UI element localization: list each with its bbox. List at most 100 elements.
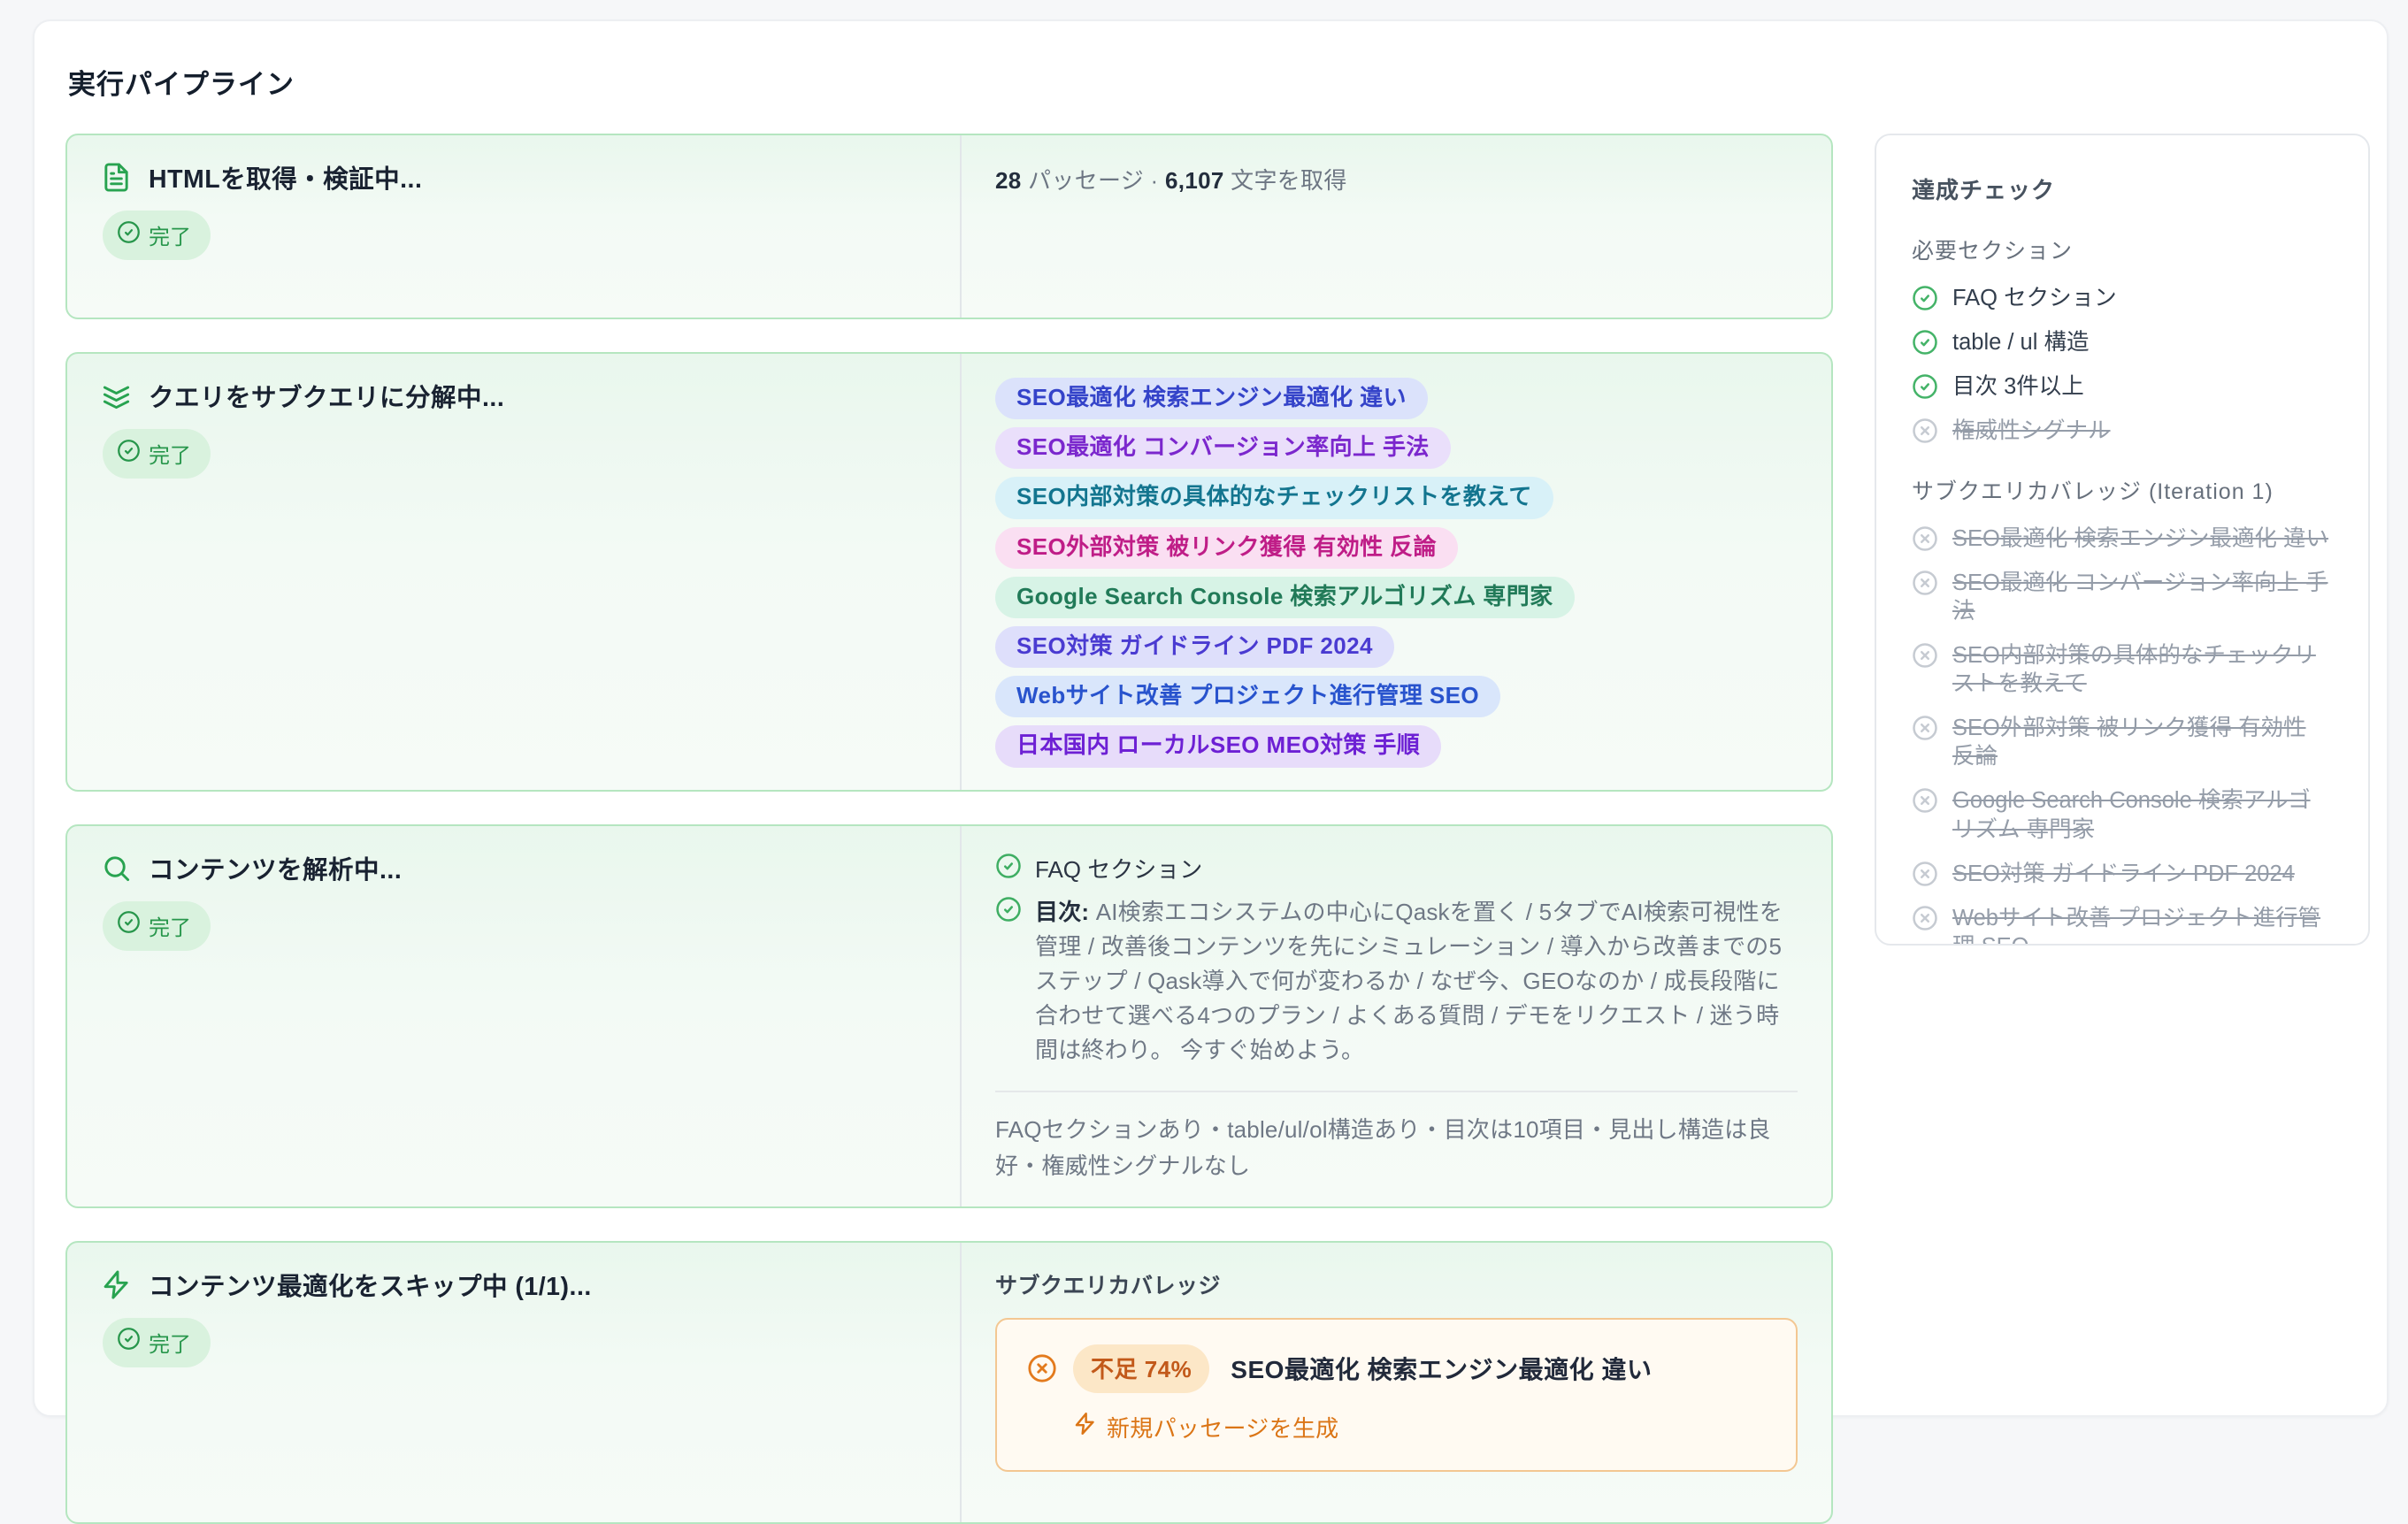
step-card-analyze-content: コンテンツを解析中... 完了 FAQ セクション 目次: AI検索エコシステム…	[65, 824, 1833, 1208]
x-circle-icon	[1912, 905, 1938, 931]
x-circle-icon	[1912, 787, 1938, 814]
step-summary-pane: コンテンツ最適化をスキップ中 (1/1)... 完了	[67, 1243, 960, 1522]
analysis-check-list: FAQ セクション 目次: AI検索エコシステムの中心にQaskを置く / 5タ…	[995, 848, 1798, 1068]
passage-unit: パッセージ ·	[1022, 167, 1166, 194]
required-item-label: 権威性シグナル	[1952, 417, 2111, 445]
required-item: FAQ セクション	[1912, 284, 2333, 312]
page-title: 実行パイプライン	[68, 62, 295, 102]
toc-label: 目次:	[1035, 899, 1089, 925]
coverage-item: SEO最適化 検索エンジン最適化 違い	[1912, 525, 2333, 553]
required-item: table / ul 構造	[1912, 328, 2333, 356]
step-card-fetch-html: HTMLを取得・検証中... 完了 28 パッセージ · 6,107 文字を取得	[65, 134, 1833, 319]
subquery-tag: Webサイト改善 プロジェクト進行管理 SEO	[995, 676, 1500, 717]
subquery-coverage-heading: サブクエリカバレッジ (Iteration 1)	[1912, 474, 2333, 506]
subquery-tag: SEO最適化 検索エンジン最適化 違い	[995, 378, 1428, 419]
x-circle-icon	[1912, 570, 1938, 596]
x-circle-icon	[1912, 417, 1938, 444]
subquery-tag: SEO対策 ガイドライン PDF 2024	[995, 626, 1394, 668]
subquery-tag: 日本国内 ローカルSEO MEO対策 手順	[995, 725, 1441, 767]
divider	[995, 1091, 1798, 1092]
shortage-badge: 不足 74%	[1073, 1344, 1209, 1393]
status-label: 完了	[149, 910, 191, 941]
check-label: FAQ セクション	[1035, 851, 1202, 885]
step-title: HTMLを取得・検証中...	[149, 159, 422, 195]
coverage-item-label: SEO内部対策の具体的なチェックリストを教えて	[1952, 641, 2333, 698]
x-circle-icon	[1912, 861, 1938, 887]
required-item: 目次 3件以上	[1912, 372, 2333, 401]
coverage-query: SEO最適化 検索エンジン最適化 違い	[1231, 1351, 1652, 1386]
step-summary-pane: クエリをサブクエリに分解中... 完了	[67, 354, 960, 790]
char-count: 6,107	[1165, 167, 1224, 194]
pipeline-steps: HTMLを取得・検証中... 完了 28 パッセージ · 6,107 文字を取得	[65, 134, 1833, 1524]
analysis-check-item: 目次: AI検索エコシステムの中心にQaskを置く / 5タブでAI検索可視性を…	[995, 894, 1798, 1068]
layers-icon	[101, 380, 132, 411]
check-circle-icon	[117, 910, 141, 940]
generate-passage-button[interactable]: 新規パッセージを生成	[1073, 1411, 1338, 1444]
status-label: 完了	[149, 219, 191, 250]
x-circle-icon	[1912, 715, 1938, 741]
step-summary-pane: コンテンツを解析中... 完了	[67, 826, 960, 1206]
step-title: コンテンツを解析中...	[149, 850, 402, 886]
fetch-stats: 28 パッセージ · 6,107 文字を取得	[995, 157, 1798, 195]
check-circle-icon	[1912, 329, 1938, 356]
status-label: 完了	[149, 438, 191, 469]
subquery-tag: Google Search Console 検索アルゴリズム 専門家	[995, 577, 1575, 618]
status-badge: 完了	[103, 211, 211, 260]
x-circle-icon	[1027, 1353, 1057, 1383]
toc-items: AI検索エコシステムの中心にQaskを置く / 5タブでAI検索可視性を管理 /…	[1035, 899, 1783, 1063]
subquery-tag-list: SEO最適化 検索エンジン最適化 違い SEO最適化 コンバージョン率向上 手法…	[995, 376, 1798, 768]
toc-summary: 目次: AI検索エコシステムの中心にQaskを置く / 5タブでAI検索可視性を…	[1035, 894, 1798, 1068]
coverage-item-label: SEO対策 ガイドライン PDF 2024	[1952, 860, 2295, 888]
generate-passage-label: 新規パッセージを生成	[1107, 1411, 1338, 1444]
zap-icon	[1073, 1412, 1097, 1442]
check-circle-icon	[995, 896, 1022, 923]
status-badge: 完了	[103, 1318, 211, 1367]
check-circle-icon	[117, 1327, 141, 1357]
x-circle-icon	[1912, 525, 1938, 552]
coverage-item-label: SEO最適化 コンバージョン率向上 手法	[1952, 569, 2333, 625]
achievement-panel: 達成チェック 必要セクション FAQ セクション table / ul 構造 目…	[1875, 134, 2370, 946]
step-detail-pane: FAQ セクション 目次: AI検索エコシステムの中心にQaskを置く / 5タ…	[960, 826, 1831, 1206]
status-badge: 完了	[103, 901, 211, 951]
analysis-check-item: FAQ セクション	[995, 851, 1798, 885]
zap-icon	[101, 1269, 132, 1300]
subquery-tag: SEO内部対策の具体的なチェックリストを教えて	[995, 477, 1553, 518]
coverage-section-label: サブクエリカバレッジ	[995, 1265, 1798, 1300]
required-item-label: 目次 3件以上	[1952, 372, 2084, 401]
subquery-tag: SEO最適化 コンバージョン率向上 手法	[995, 427, 1451, 469]
coverage-item-label: Webサイト改善 プロジェクト進行管理 SEO	[1952, 904, 2333, 946]
passage-count: 28	[995, 167, 1022, 194]
search-icon	[101, 853, 132, 884]
coverage-item-label: Google Search Console 検索アルゴリズム 専門家	[1952, 786, 2333, 843]
check-circle-icon	[117, 220, 141, 250]
status-badge: 完了	[103, 429, 211, 479]
coverage-item: Google Search Console 検索アルゴリズム 専門家	[1912, 786, 2333, 843]
x-circle-icon	[1912, 642, 1938, 669]
coverage-item: SEO内部対策の具体的なチェックリストを教えて	[1912, 641, 2333, 698]
required-sections-heading: 必要セクション	[1912, 234, 2333, 265]
coverage-item-label: SEO外部対策 被リンク獲得 有効性 反論	[1952, 714, 2333, 770]
coverage-item: Webサイト改善 プロジェクト進行管理 SEO	[1912, 904, 2333, 946]
coverage-item-label: SEO最適化 検索エンジン最適化 違い	[1952, 525, 2328, 553]
step-card-skip-optimization: コンテンツ最適化をスキップ中 (1/1)... 完了 サブクエリカバレッジ 不足…	[65, 1241, 1833, 1524]
main-container: 実行パイプライン HTMLを取得・検証中... 完了 28 パッセージ · 6,…	[33, 19, 2389, 1417]
step-detail-pane: サブクエリカバレッジ 不足 74% SEO最適化 検索エンジン最適化 違い 新規…	[960, 1243, 1831, 1522]
coverage-item: SEO外部対策 被リンク獲得 有効性 反論	[1912, 714, 2333, 770]
status-label: 完了	[149, 1327, 191, 1358]
step-detail-pane: 28 パッセージ · 6,107 文字を取得	[960, 135, 1831, 318]
step-summary-pane: HTMLを取得・検証中... 完了	[67, 135, 960, 318]
required-item: 権威性シグナル	[1912, 417, 2333, 445]
check-circle-icon	[1912, 373, 1938, 400]
check-circle-icon	[117, 439, 141, 469]
coverage-item: SEO対策 ガイドライン PDF 2024	[1912, 860, 2333, 888]
step-title: コンテンツ最適化をスキップ中 (1/1)...	[149, 1267, 592, 1303]
check-circle-icon	[995, 853, 1022, 879]
coverage-warning-box: 不足 74% SEO最適化 検索エンジン最適化 違い 新規パッセージを生成	[995, 1318, 1798, 1472]
achievement-title: 達成チェック	[1912, 172, 2333, 205]
step-detail-pane: SEO最適化 検索エンジン最適化 違い SEO最適化 コンバージョン率向上 手法…	[960, 354, 1831, 790]
file-text-icon	[101, 162, 132, 193]
check-circle-icon	[1912, 285, 1938, 311]
step-title: クエリをサブクエリに分解中...	[149, 378, 504, 414]
required-item-label: table / ul 構造	[1952, 328, 2089, 356]
char-unit: 文字を取得	[1224, 167, 1347, 194]
